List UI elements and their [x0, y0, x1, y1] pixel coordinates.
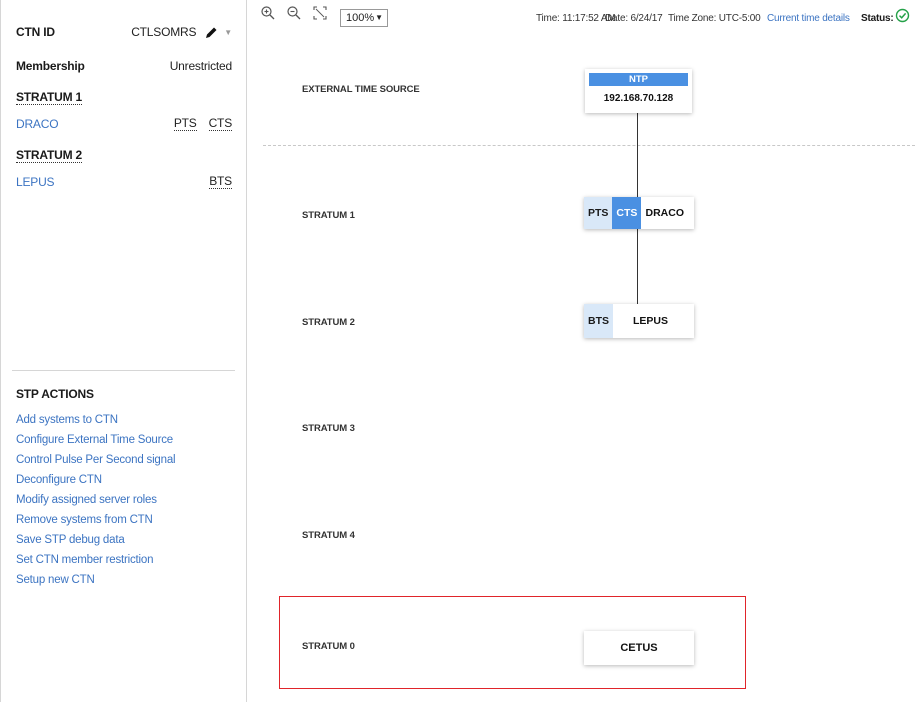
- draco-role-pts: PTS: [584, 197, 613, 229]
- left-panel-divider: [12, 370, 235, 371]
- draco-node-name: DRACO: [645, 207, 685, 219]
- current-time-details-link[interactable]: Current time details: [767, 13, 850, 24]
- cetus-node-name: CETUS: [620, 642, 658, 654]
- ctn-id-label: CTN ID: [16, 25, 55, 39]
- stratum-2-system-row: LEPUS BTS: [16, 173, 232, 191]
- role-cts: CTS: [208, 116, 232, 131]
- stratum-2-title: STRATUM 2: [16, 148, 82, 163]
- system-link-draco[interactable]: DRACO: [16, 117, 59, 131]
- membership-label: Membership: [16, 59, 85, 73]
- membership-row: Membership Unrestricted: [16, 57, 232, 75]
- system-link-lepus[interactable]: LEPUS: [16, 175, 55, 189]
- ctn-id-value: CTLSOMRS: [131, 25, 197, 39]
- action-set-member-restriction[interactable]: Set CTN member restriction: [16, 553, 175, 573]
- lepus-roles: BTS: [209, 175, 232, 189]
- cetus-node[interactable]: CETUS: [584, 631, 694, 665]
- edit-pencil-icon[interactable]: [204, 25, 218, 39]
- action-modify-server-roles[interactable]: Modify assigned server roles: [16, 493, 175, 513]
- current-date: Date: 6/24/17: [605, 13, 663, 24]
- zoom-in-icon[interactable]: [260, 5, 276, 21]
- band-label-stratum-1: STRATUM 1: [302, 210, 355, 221]
- action-deconfigure-ctn[interactable]: Deconfigure CTN: [16, 473, 175, 493]
- action-setup-new-ctn[interactable]: Setup new CTN: [16, 573, 175, 593]
- left-panel: CTN ID CTLSOMRS ▼ Membership Unrestricte…: [0, 0, 247, 702]
- stp-actions-title: STP ACTIONS: [16, 387, 94, 401]
- lepus-node-name: LEPUS: [632, 315, 668, 327]
- band-label-stratum-3: STRATUM 3: [302, 423, 355, 434]
- action-configure-external-time-source[interactable]: Configure External Time Source: [16, 433, 175, 453]
- ctn-id-row: CTN ID CTLSOMRS ▼: [16, 23, 232, 41]
- band-label-stratum-4: STRATUM 4: [302, 530, 355, 541]
- lepus-role-bts: BTS: [584, 304, 613, 338]
- action-control-pps-signal[interactable]: Control Pulse Per Second signal: [16, 453, 176, 473]
- draco-roles: PTS CTS: [173, 116, 232, 131]
- zoom-out-icon[interactable]: [286, 5, 302, 21]
- chevron-down-icon[interactable]: ▼: [224, 28, 232, 37]
- action-add-systems[interactable]: Add systems to CTN: [16, 413, 175, 433]
- role-pts: PTS: [173, 116, 197, 131]
- time-zone: Time Zone: UTC-5:00: [668, 13, 761, 24]
- draco-role-cts: CTS: [612, 197, 642, 229]
- band-label-stratum-2: STRATUM 2: [302, 317, 355, 328]
- stp-actions-list: Add systems to CTN Configure External Ti…: [16, 413, 176, 593]
- role-bts: BTS: [209, 174, 232, 189]
- ntp-node-address: 192.168.70.128: [603, 93, 674, 104]
- chevron-down-icon: ▼: [375, 13, 383, 22]
- stratum-1-title: STRATUM 1: [16, 90, 82, 105]
- stratum-1-system-row: DRACO PTS CTS: [16, 115, 232, 133]
- ctn-id-value-group: CTLSOMRS ▼: [131, 25, 232, 39]
- action-remove-systems[interactable]: Remove systems from CTN: [16, 513, 175, 533]
- ntp-node[interactable]: NTP 192.168.70.128: [585, 69, 692, 113]
- fit-to-screen-icon[interactable]: [312, 5, 328, 21]
- action-save-debug-data[interactable]: Save STP debug data: [16, 533, 175, 553]
- membership-value: Unrestricted: [169, 59, 232, 73]
- ntp-node-header: NTP: [589, 73, 688, 86]
- lepus-node[interactable]: BTS LEPUS: [584, 304, 694, 338]
- external-source-separator: [263, 145, 915, 146]
- current-time: Time: 11:17:52 AM: [536, 13, 616, 24]
- zoom-level-value: 100%: [346, 12, 375, 24]
- band-label-external: EXTERNAL TIME SOURCE: [302, 84, 420, 95]
- zoom-level-select[interactable]: 100% ▼: [340, 9, 388, 27]
- check-circle-icon: [895, 8, 910, 23]
- draco-node[interactable]: PTS CTS DRACO: [584, 197, 694, 229]
- status-label: Status:: [861, 13, 894, 24]
